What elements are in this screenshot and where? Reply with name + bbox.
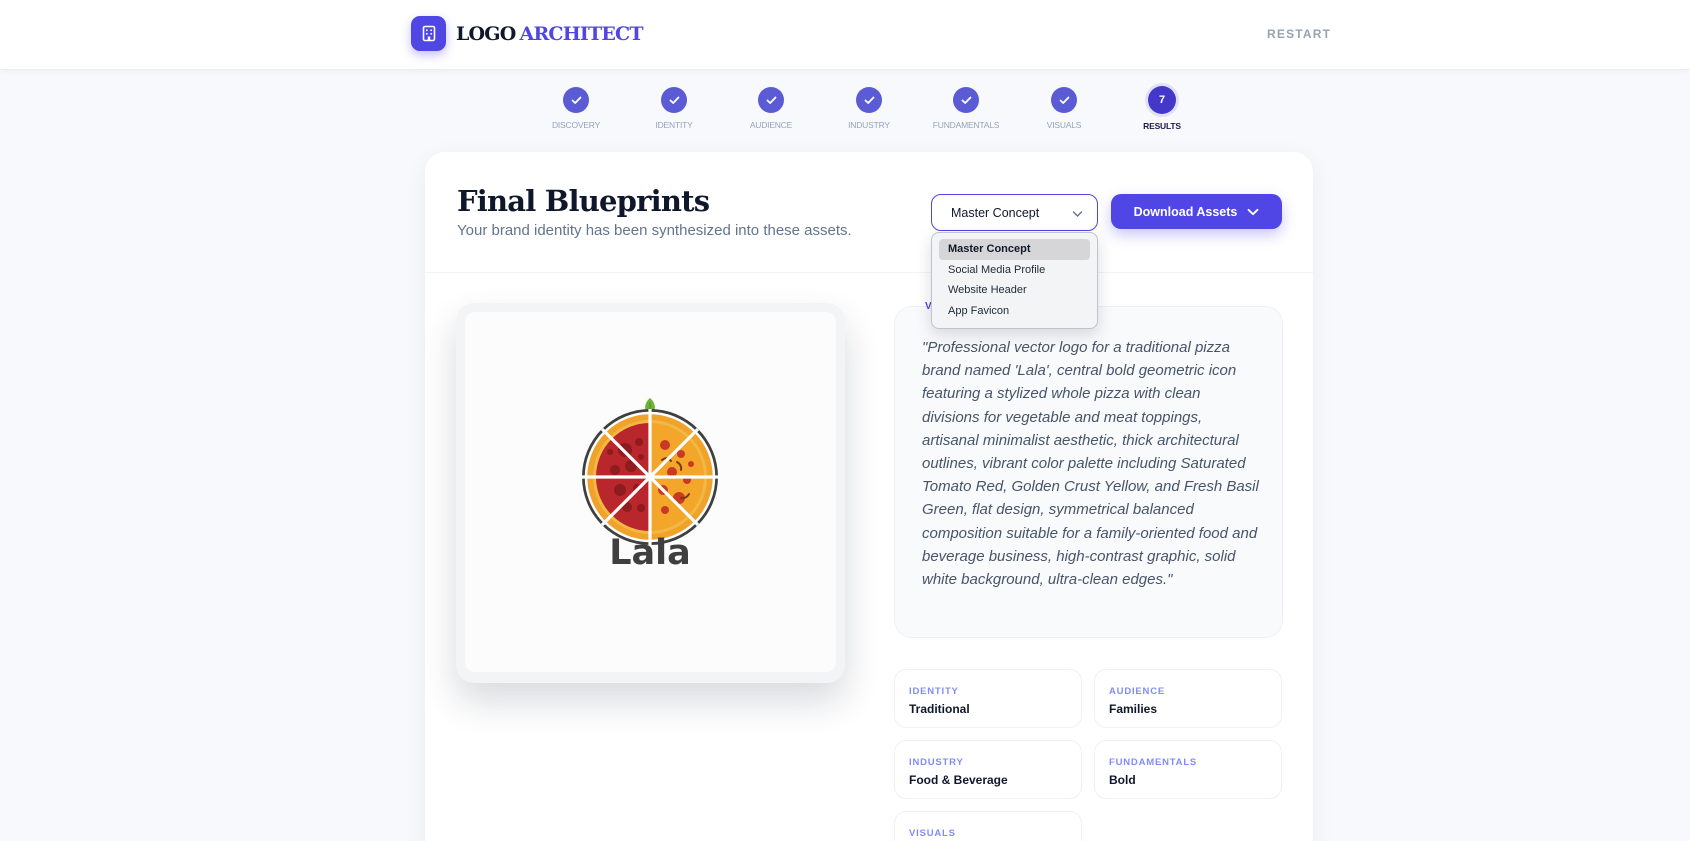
check-icon	[758, 87, 784, 113]
check-icon	[856, 87, 882, 113]
tag-industry: INDUSTRY Food & Beverage	[894, 740, 1082, 799]
tag-value: Traditional	[909, 702, 970, 716]
tag-value: Bold	[1109, 773, 1136, 787]
step-label: AUDIENCE	[749, 120, 793, 130]
step-label: DISCOVERY	[551, 120, 601, 130]
tag-value: Families	[1109, 702, 1158, 716]
tag-fundamentals: FUNDAMENTALS Bold	[1094, 740, 1282, 799]
tag-key: AUDIENCE	[1109, 686, 1166, 697]
step-industry[interactable]: INDUSTRY	[819, 87, 919, 130]
variant-option-app-favicon[interactable]: App Favicon	[939, 301, 1090, 322]
step-label: FUNDAMENTALS	[932, 120, 1000, 130]
step-visuals[interactable]: VISUALS	[1014, 87, 1114, 130]
restart-button[interactable]: RESTART	[1267, 27, 1331, 41]
step-audience[interactable]: AUDIENCE	[721, 87, 821, 130]
building-icon	[411, 16, 446, 51]
brand-name: LOGO ARCHITECT	[456, 23, 643, 45]
check-icon	[661, 87, 687, 113]
generation-prompt: V "Professional vector logo for a tradit…	[894, 301, 1283, 638]
check-icon	[953, 87, 979, 113]
page-subtitle: Your brand identity has been synthesized…	[457, 222, 852, 239]
card-divider	[425, 272, 1313, 273]
variant-select[interactable]: Master Concept	[931, 194, 1098, 231]
step-label: RESULTS	[1143, 121, 1181, 131]
brand-name-architect: ARCHITECT	[519, 22, 644, 45]
download-assets-label: Download Assets	[1133, 204, 1238, 219]
step-number: 7	[1148, 86, 1176, 114]
step-fundamentals[interactable]: FUNDAMENTALS	[916, 87, 1016, 130]
download-assets-button[interactable]: Download Assets	[1111, 194, 1282, 229]
variant-option-social-media-profile[interactable]: Social Media Profile	[939, 260, 1090, 281]
variant-option-website-header[interactable]: Website Header	[939, 280, 1090, 301]
tag-key: VISUALS	[909, 828, 956, 839]
chevron-down-icon	[1247, 205, 1259, 219]
tag-key: FUNDAMENTALS	[1109, 757, 1198, 768]
prompt-text: "Professional vector logo for a traditio…	[922, 339, 1259, 589]
variant-dropdown-menu: Master Concept Social Media Profile Webs…	[931, 232, 1098, 329]
step-identity[interactable]: IDENTITY	[624, 87, 724, 130]
variant-select-value: Master Concept	[951, 205, 1040, 220]
tag-visuals: VISUALS	[894, 811, 1082, 841]
page-title: Final Blueprints	[457, 184, 710, 218]
step-discovery[interactable]: DISCOVERY	[526, 87, 626, 130]
step-results[interactable]: 7 RESULTS	[1112, 86, 1212, 131]
check-icon	[1051, 87, 1077, 113]
tag-audience: AUDIENCE Families	[1094, 669, 1282, 728]
top-bar: LOGO ARCHITECT RESTART	[0, 0, 1690, 70]
results-card: Final Blueprints Your brand identity has…	[425, 152, 1313, 841]
tag-value: Food & Beverage	[909, 773, 1008, 787]
tag-key: IDENTITY	[909, 686, 959, 697]
step-label: IDENTITY	[655, 120, 693, 130]
logo-brand-name: Lala	[609, 533, 691, 573]
chevron-down-icon	[1072, 207, 1083, 221]
logo-preview-frame: Lala	[456, 303, 845, 683]
brand-logo[interactable]: LOGO ARCHITECT	[411, 16, 643, 51]
step-label: INDUSTRY	[848, 120, 890, 130]
tag-identity: IDENTITY Traditional	[894, 669, 1082, 728]
pizza-logo-image: Lala	[582, 398, 718, 573]
variant-option-master-concept[interactable]: Master Concept	[939, 239, 1090, 260]
step-label: VISUALS	[1046, 120, 1082, 130]
logo-preview[interactable]: Lala	[465, 312, 836, 672]
tag-key: INDUSTRY	[909, 757, 964, 768]
check-icon	[563, 87, 589, 113]
brand-name-logo: LOGO	[456, 22, 516, 45]
